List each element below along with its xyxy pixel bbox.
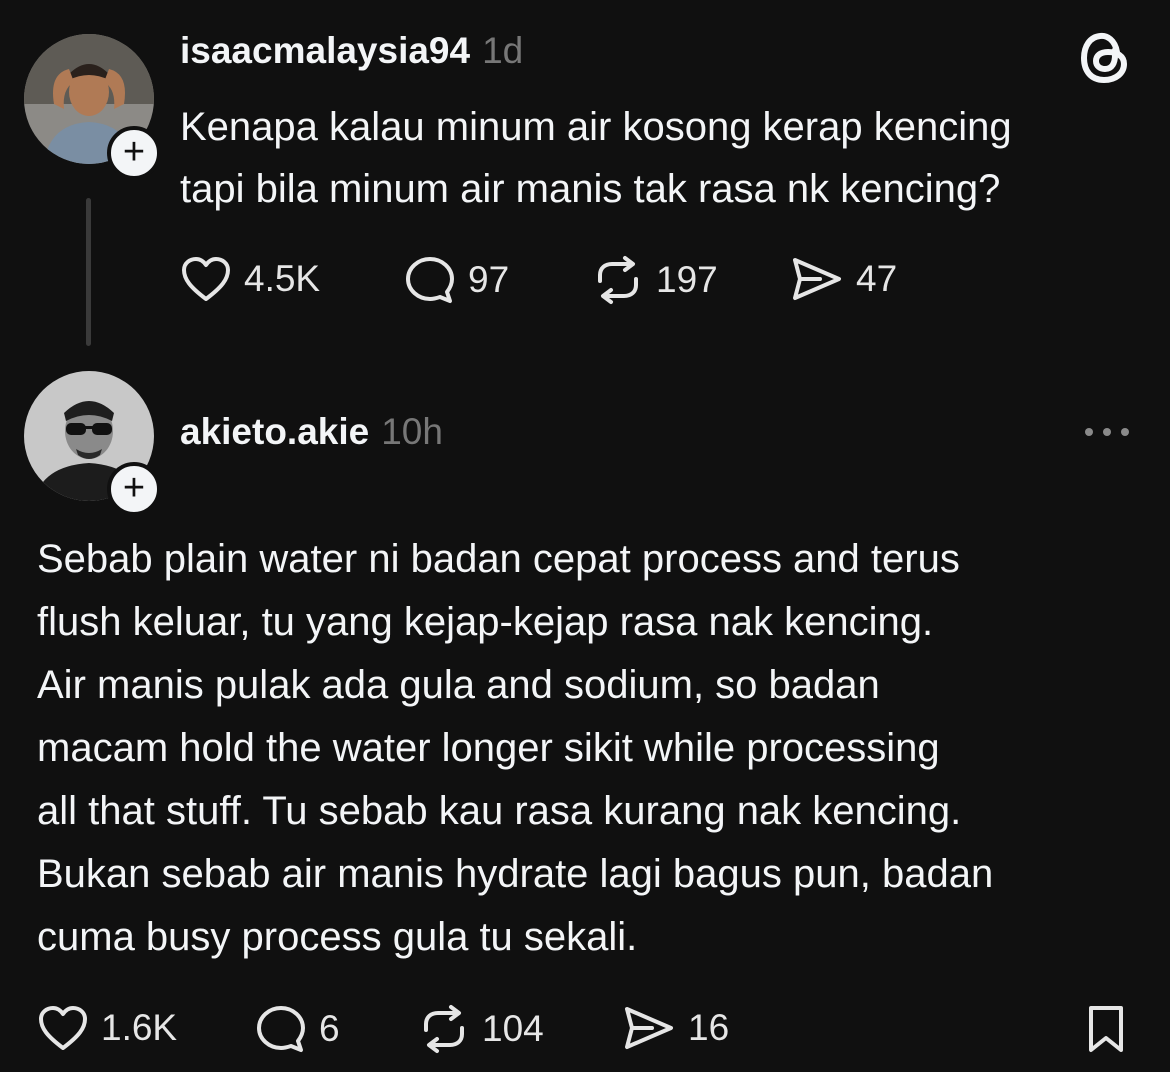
heart-icon [182, 257, 230, 301]
repost-button[interactable]: 197 [592, 255, 718, 305]
comment-icon [406, 257, 454, 303]
reply-header: akieto.akie 10h [180, 411, 443, 453]
repost-icon [424, 1005, 464, 1053]
post-time: 1d [482, 30, 524, 71]
post-body-text: Kenapa kalau minum air kosong kerap kenc… [180, 105, 1012, 211]
reply-like-count: 1.6K [101, 1007, 178, 1048]
reply-share-button[interactable]: 16 [622, 1004, 729, 1052]
reply-reply-count: 6 [319, 1008, 340, 1049]
reply-repost-count: 104 [482, 1008, 544, 1049]
share-count: 47 [856, 258, 898, 299]
more-horizontal-icon[interactable] [1082, 424, 1132, 445]
reply-time: 10h [381, 411, 443, 452]
follow-button-akieto-akie[interactable]: + [107, 462, 161, 516]
reply-count: 97 [468, 259, 510, 300]
reply-reply-button[interactable]: 6 [255, 1004, 340, 1054]
reply-like-button[interactable]: 1.6K [37, 1004, 177, 1052]
post-username[interactable]: isaacmalaysia94 [180, 30, 470, 71]
repost-count: 197 [656, 259, 718, 300]
threads-logo-icon[interactable] [1080, 30, 1130, 91]
thread-connector-line [86, 198, 91, 346]
share-button[interactable]: 47 [790, 255, 897, 303]
repost-icon [598, 256, 638, 304]
like-count: 4.5K [244, 258, 321, 299]
reply-repost-button[interactable]: 104 [418, 1004, 544, 1054]
send-icon [793, 258, 841, 300]
follow-button-isaacmalaysia94[interactable]: + [107, 126, 161, 180]
send-icon [625, 1007, 673, 1049]
comment-icon [257, 1006, 305, 1052]
reply-username[interactable]: akieto.akie [180, 411, 369, 452]
heart-icon [39, 1006, 87, 1050]
reply-body-text: Sebab plain water ni badan cepat process… [37, 537, 994, 959]
bookmark-icon[interactable] [1085, 1004, 1127, 1059]
reply-button[interactable]: 97 [404, 255, 509, 305]
post-header: isaacmalaysia94 1d [180, 30, 523, 72]
like-button[interactable]: 4.5K [180, 255, 320, 303]
reply-share-count: 16 [688, 1007, 730, 1048]
